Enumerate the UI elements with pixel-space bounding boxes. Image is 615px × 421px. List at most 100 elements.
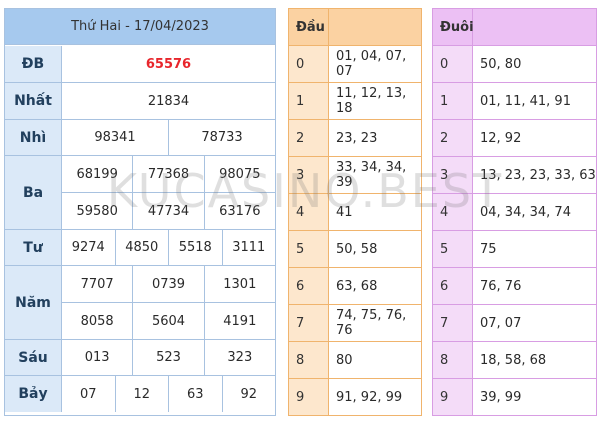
duoi-digit: 4 <box>433 194 473 230</box>
dau-digit: 8 <box>289 342 329 378</box>
prize-number: 1301 <box>203 266 275 302</box>
duoi-numbers: 01, 11, 41, 91 <box>473 83 596 119</box>
dau-digit: 2 <box>289 120 329 156</box>
prize-number: 4850 <box>114 230 169 265</box>
duoi-digit: 5 <box>433 231 473 267</box>
prize-number: 63176 <box>203 193 275 229</box>
dau-numbers: 80 <box>329 342 421 378</box>
dau-numbers: 01, 04, 07, 07 <box>329 46 421 82</box>
dau-row: 2 23, 23 <box>289 119 421 156</box>
dau-numbers: 23, 23 <box>329 120 421 156</box>
prize-number: 8058 <box>80 313 114 329</box>
dau-numbers: 50, 58 <box>329 231 421 267</box>
dau-row: 0 01, 04, 07, 07 <box>289 45 421 82</box>
prize-label: Bảy <box>5 376 62 412</box>
duoi-row: 5 75 <box>433 230 596 267</box>
prize-number: 9274 <box>71 240 105 255</box>
prize-number: 47734 <box>132 193 203 229</box>
dau-digit: 3 <box>289 157 329 193</box>
prize-number: 78733 <box>168 120 275 155</box>
prize-number: 0739 <box>132 266 203 302</box>
duoi-table: Đuôi 0 50, 80 1 01, 11, 41, 91 2 12, 92 3 13, 2… <box>432 8 597 416</box>
dau-row: 3 33, 34, 34, 39 <box>289 156 421 193</box>
prize-number: 98075 <box>203 156 275 192</box>
duoi-digit: 0 <box>433 46 473 82</box>
dau-digit: 1 <box>289 83 329 119</box>
duoi-numbers: 07, 07 <box>473 305 596 341</box>
duoi-header: Đuôi <box>433 9 474 45</box>
duoi-row: 3 13, 23, 23, 33, 63 <box>433 156 596 193</box>
duoi-numbers: 13, 23, 23, 33, 63 <box>473 157 596 193</box>
duoi-numbers: 50, 80 <box>473 46 596 82</box>
prize-number: 12 <box>114 376 169 412</box>
prize-number: 07 <box>79 386 97 402</box>
dau-row: 6 63, 68 <box>289 267 421 304</box>
dau-table: Đầu 0 01, 04, 07, 07 1 11, 12, 13, 18 2 23, 2… <box>288 8 422 416</box>
dau-digit: 4 <box>289 194 329 230</box>
duoi-row: 2 12, 92 <box>433 119 596 156</box>
duoi-digit: 9 <box>433 379 473 415</box>
results-table: Thứ Hai - 17/04/2023 ĐB 65576 Nhất 21834 Nhì… <box>4 8 276 416</box>
duoi-row: 7 07, 07 <box>433 304 596 341</box>
dau-numbers: 63, 68 <box>329 268 421 304</box>
duoi-digit: 8 <box>433 342 473 378</box>
dau-digit: 7 <box>289 305 329 341</box>
dau-numbers: 74, 75, 76, 76 <box>329 305 421 341</box>
duoi-row: 0 50, 80 <box>433 45 596 82</box>
prize-number: 5518 <box>168 230 222 265</box>
prize-number: 77368 <box>132 156 203 192</box>
prize-number: 98341 <box>94 130 136 145</box>
dau-digit: 6 <box>289 268 329 304</box>
prize-number: 21834 <box>147 93 190 109</box>
duoi-numbers: 12, 92 <box>473 120 596 156</box>
duoi-digit: 7 <box>433 305 473 341</box>
prize-number: 59580 <box>76 203 118 219</box>
prize-row: Ba 68199 77368 98075 59580 47734 63176 <box>5 156 275 230</box>
prize-number: 323 <box>203 340 275 375</box>
dau-row: 1 11, 12, 13, 18 <box>289 82 421 119</box>
dau-digit: 0 <box>289 46 329 82</box>
prize-number: 68199 <box>76 166 118 182</box>
prize-row: Năm 7707 0739 1301 8058 5604 4191 <box>5 266 275 340</box>
duoi-digit: 3 <box>433 157 473 193</box>
prize-label: Nhì <box>5 120 62 155</box>
results-date-header: Thứ Hai - 17/04/2023 <box>5 9 275 45</box>
dau-digit: 9 <box>289 379 329 415</box>
prize-label: Nhất <box>5 83 62 119</box>
duoi-digit: 6 <box>433 268 473 304</box>
prize-number: 4191 <box>203 303 275 339</box>
prize-label: Sáu <box>5 340 62 375</box>
duoi-digit: 2 <box>433 120 473 156</box>
prize-number: 92 <box>221 376 276 412</box>
duoi-row: 1 01, 11, 41, 91 <box>433 82 596 119</box>
duoi-numbers: 76, 76 <box>473 268 596 304</box>
prize-row: Tư 9274 4850 5518 3111 <box>5 230 275 266</box>
dau-header: Đầu <box>289 9 329 45</box>
duoi-row: 4 04, 34, 34, 74 <box>433 193 596 230</box>
prize-number: 013 <box>84 350 110 365</box>
dau-numbers: 11, 12, 13, 18 <box>329 83 421 119</box>
prize-row: Nhất 21834 <box>5 83 275 120</box>
prize-number: 5604 <box>132 303 203 339</box>
duoi-numbers: 18, 58, 68 <box>473 342 596 378</box>
duoi-row: 6 76, 76 <box>433 267 596 304</box>
dau-row: 7 74, 75, 76, 76 <box>289 304 421 341</box>
dau-numbers: 91, 92, 99 <box>329 379 421 415</box>
duoi-numbers: 39, 99 <box>473 379 596 415</box>
prize-row: Sáu 013 523 323 <box>5 340 275 376</box>
dau-numbers: 33, 34, 34, 39 <box>329 157 421 193</box>
prize-number: 3111 <box>221 230 276 265</box>
prize-label: Năm <box>5 266 62 339</box>
duoi-digit: 1 <box>433 83 473 119</box>
prize-label: ĐB <box>5 46 62 82</box>
dau-row: 5 50, 58 <box>289 230 421 267</box>
duoi-numbers: 75 <box>473 231 596 267</box>
dau-row: 9 91, 92, 99 <box>289 378 421 415</box>
prize-number: 63 <box>168 376 222 412</box>
dau-numbers: 41 <box>329 194 421 230</box>
prize-number: 523 <box>132 340 203 375</box>
duoi-row: 8 18, 58, 68 <box>433 341 596 378</box>
prize-label: Ba <box>5 156 62 229</box>
dau-row: 8 80 <box>289 341 421 378</box>
prize-number: 7707 <box>80 276 114 292</box>
